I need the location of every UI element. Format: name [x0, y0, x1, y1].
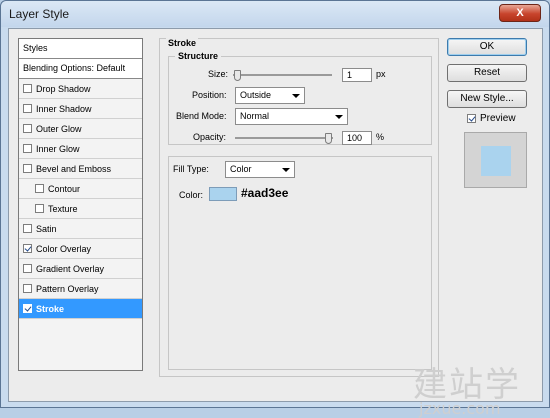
opacity-input[interactable]: 100 — [342, 131, 372, 145]
blend-mode-select[interactable]: Normal — [235, 108, 348, 125]
style-item-label: Bevel and Emboss — [36, 163, 112, 174]
structure-group: Structure Size: 1 px Position: Outside B… — [168, 51, 432, 145]
window-title: Layer Style — [9, 7, 70, 21]
style-checkbox[interactable] — [23, 144, 32, 153]
stroke-color-swatch[interactable] — [209, 187, 237, 201]
style-item-label: Pattern Overlay — [36, 283, 99, 294]
style-item-contour[interactable]: Contour — [19, 179, 142, 199]
style-item-stroke[interactable]: Stroke — [19, 299, 142, 319]
fill-type-label: Fill Type: — [173, 164, 209, 174]
fill-type-group: Fill Type: Color Color: #aad3ee — [168, 156, 432, 370]
style-item-label: Stroke — [36, 303, 65, 314]
layer-style-dialog: Layer Style X Styles Blending Options: D… — [0, 0, 550, 418]
new-style-button[interactable]: New Style... — [447, 90, 527, 108]
preview-checkbox[interactable] — [467, 114, 476, 123]
reset-button[interactable]: Reset — [447, 64, 527, 82]
opacity-label: Opacity: — [193, 132, 227, 142]
style-item-texture[interactable]: Texture — [19, 199, 142, 219]
style-item-label: Outer Glow — [36, 123, 82, 134]
preview-thumbnail — [481, 146, 511, 176]
chevron-down-icon — [292, 94, 300, 98]
style-item-pattern-overlay[interactable]: Pattern Overlay — [19, 279, 142, 299]
opacity-unit: % — [376, 132, 385, 142]
position-value: Outside — [240, 90, 272, 100]
style-items: Drop Shadow Inner Shadow Outer Glow Inner G… — [19, 79, 142, 319]
blend-mode-label: Blend Mode: — [176, 111, 227, 121]
dialog-body: Styles Blending Options: Default Drop Sh… — [8, 28, 543, 418]
stroke-panel-title: Stroke — [166, 38, 199, 48]
style-item-gradient-overlay[interactable]: Gradient Overlay — [19, 259, 142, 279]
preview-label: Preview — [480, 113, 516, 124]
style-item-label: Inner Shadow — [36, 103, 92, 114]
style-checkbox[interactable] — [23, 164, 32, 173]
style-checkbox[interactable] — [23, 124, 32, 133]
title-bar[interactable]: Layer Style X — [1, 1, 549, 27]
style-item-color-overlay[interactable]: Color Overlay — [19, 239, 142, 259]
style-item-outer-glow[interactable]: Outer Glow — [19, 119, 142, 139]
blend-mode-value: Normal — [240, 111, 270, 121]
style-checkbox[interactable] — [23, 244, 32, 253]
style-checkbox[interactable] — [23, 264, 32, 273]
style-checkbox[interactable] — [23, 304, 32, 313]
style-item-label: Color Overlay — [36, 243, 92, 254]
blending-options-item[interactable]: Blending Options: Default — [19, 59, 142, 79]
ok-button[interactable]: OK — [447, 38, 527, 56]
size-slider[interactable] — [233, 70, 332, 81]
style-item-label: Gradient Overlay — [36, 263, 105, 274]
position-select[interactable]: Outside — [235, 87, 305, 104]
style-item-inner-shadow[interactable]: Inner Shadow — [19, 99, 142, 119]
style-checkbox[interactable] — [23, 104, 32, 113]
style-checkbox[interactable] — [23, 224, 32, 233]
style-checkbox[interactable] — [35, 204, 44, 213]
chevron-down-icon — [335, 115, 343, 119]
style-item-inner-glow[interactable]: Inner Glow — [19, 139, 142, 159]
styles-list: Styles Blending Options: Default Drop Sh… — [18, 38, 143, 371]
style-checkbox[interactable] — [23, 284, 32, 293]
position-label: Position: — [192, 90, 227, 100]
size-unit: px — [376, 69, 386, 79]
structure-title: Structure — [175, 51, 222, 61]
size-input[interactable]: 1 — [342, 68, 372, 82]
style-checkbox[interactable] — [35, 184, 44, 193]
watermark-url: jzxue.com — [419, 399, 501, 418]
chevron-down-icon — [282, 168, 290, 172]
size-label: Size: — [208, 69, 229, 79]
size-slider-thumb[interactable] — [234, 70, 241, 81]
style-item-satin[interactable]: Satin — [19, 219, 142, 239]
opacity-slider-thumb[interactable] — [325, 133, 332, 144]
style-item-bevel-and-emboss[interactable]: Bevel and Emboss — [19, 159, 142, 179]
style-item-drop-shadow[interactable]: Drop Shadow — [19, 79, 142, 99]
opacity-slider[interactable] — [235, 133, 333, 144]
styles-header[interactable]: Styles — [19, 39, 142, 59]
preview-toggle[interactable]: Preview — [467, 113, 516, 124]
style-checkbox[interactable] — [23, 84, 32, 93]
style-item-label: Texture — [48, 203, 78, 214]
style-item-label: Drop Shadow — [36, 83, 91, 94]
style-item-label: Inner Glow — [36, 143, 80, 154]
style-item-label: Satin — [36, 223, 57, 234]
style-item-label: Contour — [48, 183, 81, 194]
fill-type-value: Color — [230, 164, 252, 174]
fill-type-select[interactable]: Color — [225, 161, 295, 178]
stroke-panel: Stroke Structure Size: 1 px Position: Ou… — [159, 38, 439, 377]
stroke-color-hex: #aad3ee — [241, 186, 289, 200]
close-button[interactable]: X — [499, 4, 541, 22]
style-preview — [464, 132, 527, 188]
color-label: Color: — [179, 190, 204, 200]
